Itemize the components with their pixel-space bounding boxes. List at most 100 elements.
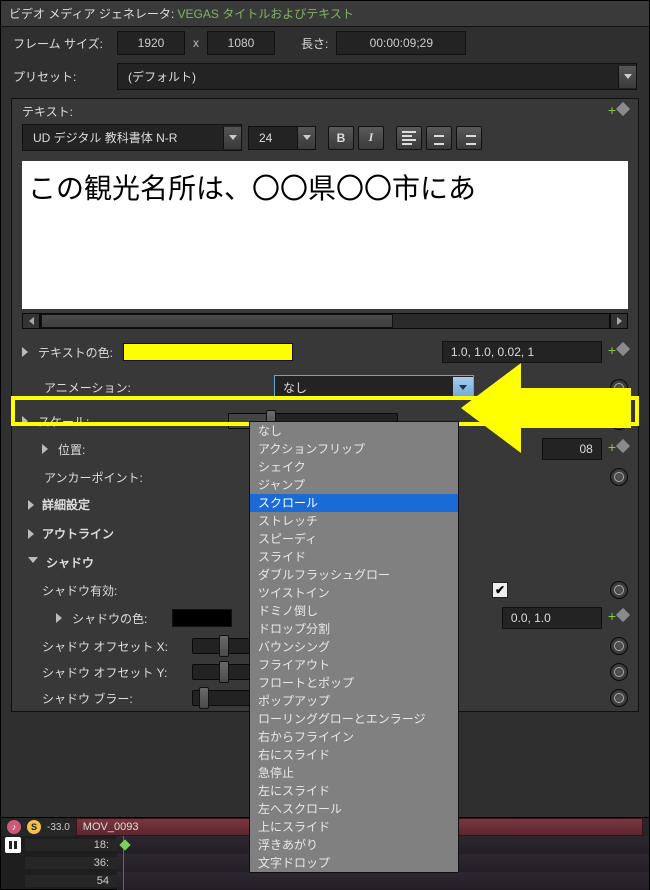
- animation-option[interactable]: 浮きあがり: [250, 836, 458, 854]
- keyframe-icon: [616, 608, 630, 622]
- shadow-color-swatch[interactable]: [172, 609, 232, 627]
- keyframe-toggle[interactable]: [610, 468, 628, 486]
- text-content-area[interactable]: この観光名所は、〇〇県〇〇市にあ: [22, 161, 628, 309]
- animation-option[interactable]: バウンシング: [250, 638, 458, 656]
- animation-option[interactable]: ポップアップ: [250, 692, 458, 710]
- animation-option[interactable]: 急停止: [250, 764, 458, 782]
- shadow-blur-label: シャドウ ブラー:: [42, 690, 182, 707]
- timeline-badge-1[interactable]: ♪: [7, 820, 21, 834]
- font-family-value: UD デジタル 教科書体 N-R: [23, 125, 223, 150]
- keyframe-toggle[interactable]: [610, 637, 628, 655]
- shadow-offx-slider[interactable]: [192, 638, 252, 654]
- shadow-label: シャドウ: [46, 554, 94, 571]
- animation-option[interactable]: アクションフリップ: [250, 440, 458, 458]
- font-family-button[interactable]: [223, 127, 241, 149]
- length-input[interactable]: 00:00:09;29: [336, 31, 466, 55]
- keyframe-toggle[interactable]: [610, 663, 628, 681]
- animation-option[interactable]: ダブルフラッシュグロー: [250, 566, 458, 584]
- scroll-thumb[interactable]: [41, 314, 393, 328]
- animation-option[interactable]: スライド: [250, 548, 458, 566]
- scroll-track[interactable]: [40, 313, 610, 329]
- preset-dropdown-button[interactable]: [618, 66, 636, 88]
- frame-height-input[interactable]: 1080: [207, 31, 275, 55]
- frame-size-label: フレーム サイズ:: [13, 35, 109, 52]
- animation-option[interactable]: ツイストイン: [250, 584, 458, 602]
- keyframe-toggle[interactable]: [610, 689, 628, 707]
- triangle-left-icon: [29, 317, 34, 325]
- plus-icon: +: [608, 102, 616, 118]
- position-label: 位置:: [58, 441, 148, 458]
- timeline-track[interactable]: [117, 872, 649, 890]
- disclosure-icon[interactable]: [56, 613, 62, 623]
- pause-icon: [9, 841, 17, 849]
- shadow-blur-slider[interactable]: [192, 690, 252, 706]
- preset-value: (デフォルト): [118, 64, 618, 89]
- animation-option[interactable]: 右からフライイン: [250, 728, 458, 746]
- advanced-label: 詳細設定: [42, 496, 90, 513]
- animation-option[interactable]: ドミノ倒し: [250, 602, 458, 620]
- disclosure-open-icon: [28, 557, 38, 568]
- animation-option[interactable]: ドロップ分割: [250, 620, 458, 638]
- disclosure-icon[interactable]: [22, 416, 28, 426]
- animation-label: アニメーション:: [44, 379, 154, 396]
- scroll-left-button[interactable]: [22, 313, 40, 329]
- timeline-badge-2[interactable]: S: [27, 820, 41, 834]
- text-color-swatch[interactable]: [123, 343, 293, 361]
- animation-option[interactable]: 文字ドロップ: [250, 854, 458, 872]
- animation-option[interactable]: 左にスライド: [250, 782, 458, 800]
- animation-option[interactable]: ローリンググローとエンラージ: [250, 710, 458, 728]
- titlebar: ビデオ メディア ジェネレータ: VEGAS タイトルおよびテキスト: [1, 1, 649, 27]
- frame-row: フレーム サイズ: 1920 x 1080 長さ: 00:00:09;29: [1, 27, 649, 59]
- preset-dropdown[interactable]: (デフォルト): [117, 63, 637, 90]
- animation-option[interactable]: シェイク: [250, 458, 458, 476]
- add-keyframe-button[interactable]: +: [608, 610, 628, 626]
- scale-label: スケール:: [38, 413, 148, 430]
- animation-option[interactable]: 右にスライド: [250, 746, 458, 764]
- plus-icon: +: [608, 608, 616, 624]
- font-family-dropdown[interactable]: UD デジタル 教科書体 N-R: [22, 124, 242, 151]
- animation-dropdown[interactable]: なし: [274, 375, 474, 400]
- animation-option[interactable]: フロートとポップ: [250, 674, 458, 692]
- animation-option[interactable]: ストレッチ: [250, 512, 458, 530]
- font-size-button[interactable]: [297, 127, 315, 149]
- keyframe-icon: [616, 101, 630, 115]
- shadow-offx-label: シャドウ オフセット X:: [42, 638, 182, 655]
- align-left-button[interactable]: [396, 126, 422, 150]
- animation-option[interactable]: ジャンプ: [250, 476, 458, 494]
- animation-option[interactable]: フライアウト: [250, 656, 458, 674]
- disclosure-icon: [28, 500, 34, 510]
- chevron-down-icon: [624, 74, 632, 79]
- font-size-value: 24: [249, 127, 297, 149]
- disclosure-icon[interactable]: [22, 347, 28, 357]
- text-color-label: テキストの色:: [38, 344, 113, 361]
- animation-option[interactable]: 上にスライド: [250, 818, 458, 836]
- shadow-offy-slider[interactable]: [192, 664, 252, 680]
- animation-value: なし: [275, 376, 453, 399]
- align-center-button[interactable]: [426, 126, 452, 150]
- text-h-scrollbar[interactable]: [22, 313, 628, 329]
- media-generator-window: ビデオ メディア ジェネレータ: VEGAS タイトルおよびテキスト フレーム …: [0, 0, 650, 890]
- frame-width-input[interactable]: 1920: [117, 31, 185, 55]
- animation-option[interactable]: スクロール: [250, 494, 458, 512]
- text-panel-label: テキスト:: [22, 103, 73, 120]
- shadow-enable-checkbox[interactable]: ✔: [492, 582, 508, 598]
- arrow-annotation: [461, 353, 641, 463]
- animation-dropdown-list[interactable]: なしアクションフリップシェイクジャンプスクロールストレッチスピーディスライドダブ…: [249, 421, 459, 873]
- chevron-down-icon: [303, 135, 311, 140]
- align-left-icon: [402, 131, 416, 145]
- titlebar-prefix: ビデオ メディア ジェネレータ:: [9, 7, 174, 21]
- preset-label: プリセット:: [13, 68, 109, 85]
- bold-button[interactable]: B: [328, 126, 354, 150]
- disclosure-icon[interactable]: [42, 444, 48, 454]
- keyframe-toggle[interactable]: [610, 581, 628, 599]
- timeline-pause-button[interactable]: [5, 837, 21, 853]
- animation-option[interactable]: 左へスクロール: [250, 800, 458, 818]
- italic-button[interactable]: I: [358, 126, 384, 150]
- font-size-dropdown[interactable]: 24: [248, 126, 316, 150]
- shadow-color-value[interactable]: 0.0, 1.0: [502, 607, 602, 629]
- animation-option[interactable]: スピーディ: [250, 530, 458, 548]
- animation-option[interactable]: なし: [250, 422, 458, 440]
- align-right-button[interactable]: [456, 126, 482, 150]
- scroll-right-button[interactable]: [610, 313, 628, 329]
- add-keyframe-button[interactable]: +: [608, 104, 628, 120]
